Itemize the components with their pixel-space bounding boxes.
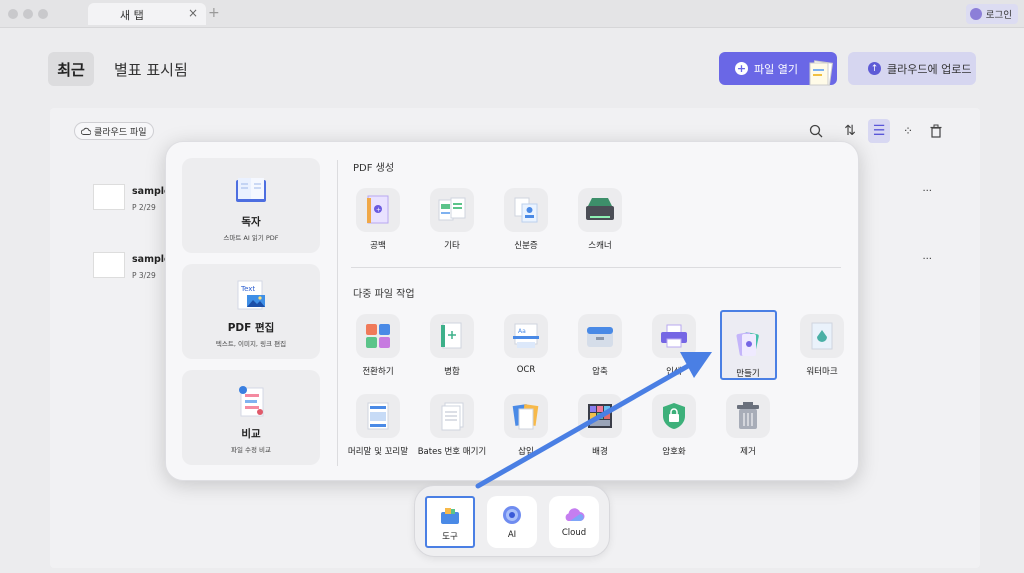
tool-merge[interactable]: 병합 [420,314,482,384]
ocr-icon: Aa [504,314,548,358]
tool-label: 스캐너 [588,241,612,251]
tool-convert[interactable]: 전환하기 [346,314,408,384]
blank-page-icon: + [356,188,400,232]
open-file-label: 파일 열기 [754,62,798,76]
header-footer-icon [356,394,400,438]
reader-title: 독자 [241,216,261,228]
plus-icon: + [735,62,748,75]
tool-id-card[interactable]: 신분증 [494,188,556,258]
tool-create[interactable]: 만들기 [716,310,778,384]
merge-icon [430,314,474,358]
edit-icon-text: Text [240,285,255,293]
compare-subtitle: 파일 수정 비교 [230,446,271,454]
printer-icon [652,314,696,358]
maximize-window-button[interactable] [38,9,48,19]
dock-ai[interactable]: AI [487,496,537,548]
svg-text:+: + [376,207,381,214]
dock-ai-label: AI [507,530,517,540]
compare-icon [239,386,264,417]
divider [337,160,338,466]
book-icon [236,178,266,202]
close-window-button[interactable] [8,9,18,19]
upload-icon: ↑ [868,62,881,75]
tool-remove[interactable]: 제거 [716,394,778,464]
minimize-window-button[interactable] [23,9,33,19]
scanner-icon [578,188,622,232]
dock-tools-label: 도구 [442,532,458,542]
reader-card[interactable]: 독자 스마트 AI 읽기 PDF [182,158,320,253]
create-section-title: PDF 생성 [353,163,395,174]
upload-label: 클라우드에 업로드 [887,62,972,76]
more-options-icon[interactable]: ··· [922,186,932,197]
search-icon[interactable] [806,119,826,143]
tool-compress[interactable]: 압축 [568,314,630,384]
more-options-icon[interactable]: ··· [922,254,932,265]
browser-tab[interactable]: 새 탭 × [88,3,206,25]
sort-icon[interactable]: ⇅ [840,119,860,143]
file-meta: P 2/29 [132,203,156,212]
reader-subtitle: 스마트 AI 읽기 PDF [223,234,279,242]
trash-icon [726,394,770,438]
id-card-icon [504,188,548,232]
divider [351,267,841,268]
avatar-icon [969,8,982,20]
grid-view-icon[interactable]: ⁘ [898,119,918,143]
tab-recent[interactable]: 최근 [48,52,94,86]
convert-icon [356,314,400,358]
compare-card[interactable]: 비교 파일 수정 비교 [182,370,320,465]
tool-scanner[interactable]: 스캐너 [568,188,630,258]
tool-blank[interactable]: + 공백 [346,188,408,258]
pdf-edit-subtitle: 텍스트, 이미지, 링크 편집 [215,340,287,348]
tool-ocr[interactable]: Aa OCR [494,314,556,384]
lock-icon [652,394,696,438]
ai-icon [503,506,521,524]
login-button[interactable]: 로그인 [965,4,1018,24]
list-view-icon[interactable]: ☰ [868,119,890,143]
tool-other[interactable]: 기타 [420,188,482,258]
tool-encrypt[interactable]: 암호화 [642,394,704,464]
tool-background[interactable]: 배경 [568,394,630,464]
documents-icon [809,60,834,86]
tool-print[interactable]: 인쇄 [642,314,704,384]
pdf-edit-icon: Text [237,280,265,310]
compress-icon [578,314,622,358]
tab-close-icon[interactable]: × [188,6,198,20]
pdf-edit-card[interactable]: Text PDF 편집 텍스트, 이미지, 링크 편집 [182,264,320,359]
cloud-icon [565,508,585,521]
file-thumbnail [93,252,125,278]
insert-icon [504,394,548,438]
bates-icon [430,394,474,438]
compare-title: 비교 [241,428,261,440]
cloud-files-label: 클라우드 파일 [94,127,147,138]
cloud-files-filter[interactable]: 클라우드 파일 [74,122,154,140]
file-thumbnail [93,184,125,210]
tool-header-footer[interactable]: 머리말 및 꼬리말 [346,394,408,464]
tool-label: 워터마크 [806,367,838,377]
tool-bates[interactable]: Bates 번호 매기기 [418,394,486,464]
background-icon [578,394,622,438]
new-tab-button[interactable]: + [208,5,220,21]
pdf-edit-title: PDF 편집 [227,322,275,334]
tool-watermark[interactable]: 워터마크 [790,314,852,384]
tool-insert[interactable]: 삽입 [494,394,556,464]
file-meta: P 3/29 [132,271,156,280]
batch-section-title: 다중 파일 작업 [353,289,415,300]
bottom-dock: 도구 AI Cloud [414,485,610,557]
tab-starred[interactable]: 별표 표시됨 [114,59,188,80]
dock-tools[interactable]: 도구 [425,496,475,548]
other-docs-icon [430,188,474,232]
watermark-icon [800,314,844,358]
toolbox-icon [441,508,459,524]
tab-title: 새 탭 [120,9,144,22]
login-label: 로그인 [985,10,1012,21]
cloud-icon [81,127,91,135]
title-bar: 새 탭 × + 로그인 [0,0,1024,28]
upload-cloud-button[interactable]: ↑ 클라우드에 업로드 [848,52,976,85]
dock-cloud[interactable]: Cloud [549,496,599,548]
tool-label: 제거 [740,447,756,457]
trash-icon[interactable] [926,119,946,143]
svg-text:Aa: Aa [518,328,526,335]
tools-popup: 독자 스마트 AI 읽기 PDF Text PDF 편집 텍스트, 이미지, 링… [165,141,859,481]
dock-cloud-label: Cloud [561,528,587,538]
